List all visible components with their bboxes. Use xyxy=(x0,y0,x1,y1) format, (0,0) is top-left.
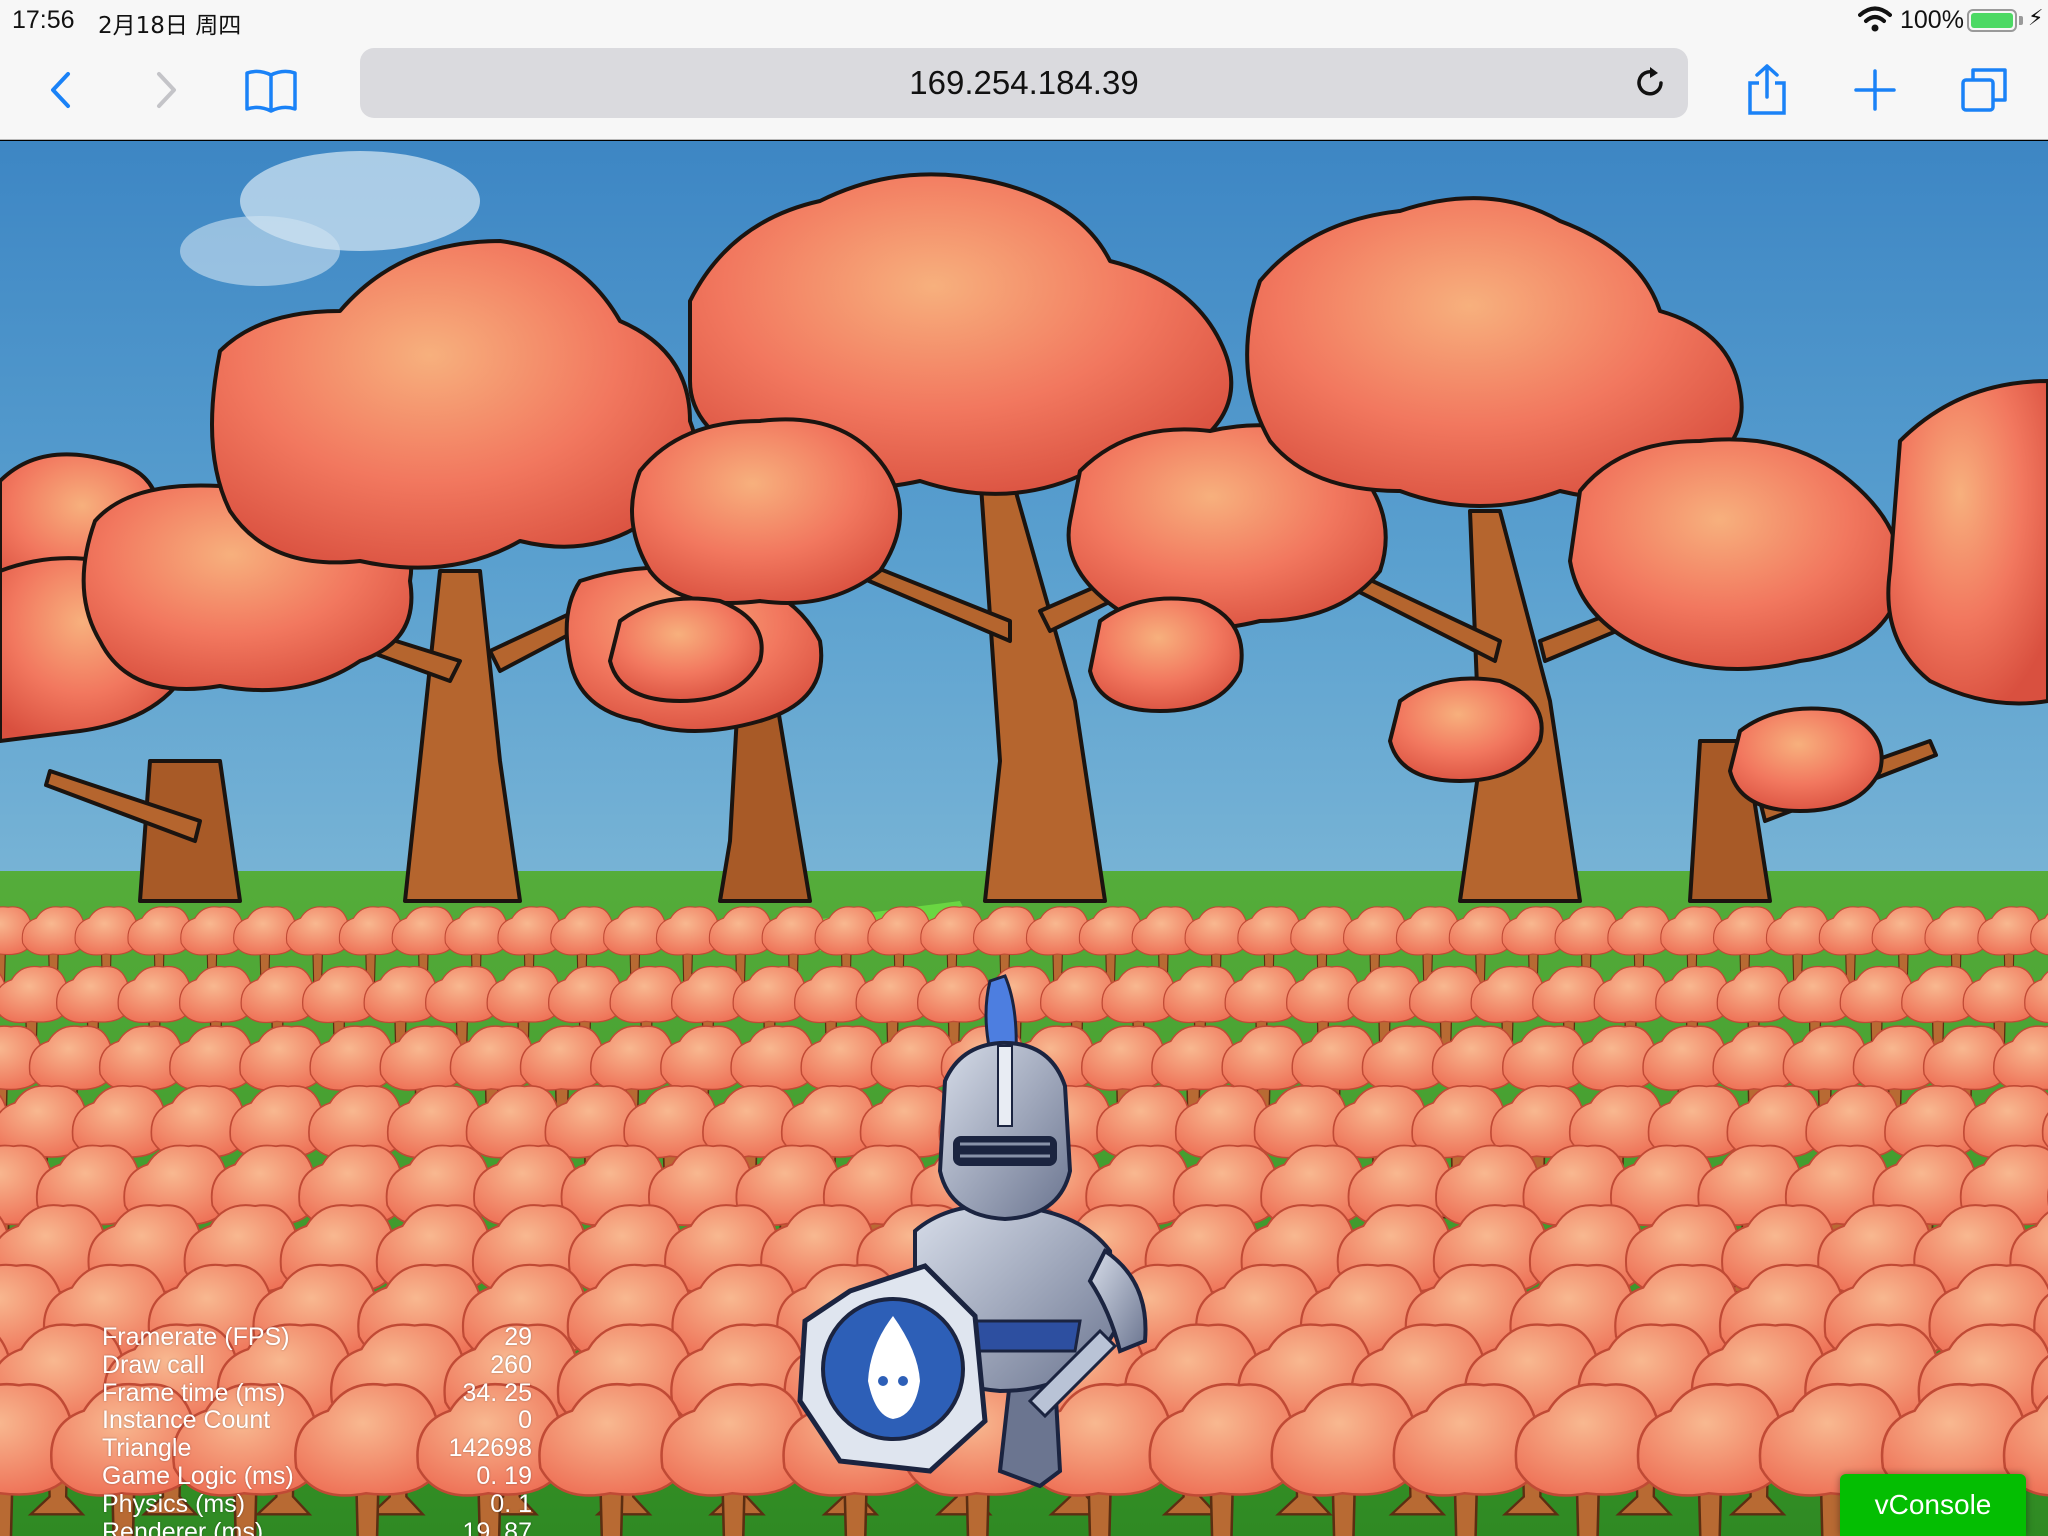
wifi-icon xyxy=(1858,6,1892,32)
battery-percent: 100% xyxy=(1900,6,1964,34)
battery-icon xyxy=(1967,9,2017,32)
stat-value: 29 xyxy=(504,1323,532,1351)
stat-value: 0. 1 xyxy=(490,1489,532,1518)
background-trees xyxy=(0,172,2048,903)
vconsole-button[interactable]: vConsole xyxy=(1840,1474,2026,1536)
new-tab-button[interactable] xyxy=(1852,40,1898,140)
stat-value: 34. 25 xyxy=(462,1378,532,1407)
stat-label: Framerate (FPS) xyxy=(102,1323,290,1351)
stat-row: Draw call 260 xyxy=(102,1350,532,1380)
cloud xyxy=(180,216,340,286)
stat-row: Frame time (ms) 34. 25 xyxy=(102,1378,532,1408)
stat-value: 260 xyxy=(490,1350,532,1379)
stat-label: Instance Count xyxy=(102,1406,271,1435)
forward-button[interactable] xyxy=(146,40,186,140)
stat-value: 19. 87 xyxy=(462,1517,532,1536)
performance-stats: Framerate (FPS) 29 Draw call 260 Frame time … xyxy=(102,1323,532,1536)
plus-icon xyxy=(1854,69,1896,111)
stat-label: Frame time (ms) xyxy=(102,1378,286,1407)
stat-label: Renderer (ms) xyxy=(102,1517,264,1536)
stat-value: 142698 xyxy=(448,1434,532,1463)
status-time: 17:56 xyxy=(12,6,75,34)
stat-label: Draw call xyxy=(102,1350,205,1379)
reload-icon[interactable] xyxy=(1632,65,1668,101)
book-icon xyxy=(245,69,297,113)
stat-row: Framerate (FPS) 29 xyxy=(102,1323,532,1352)
chevron-right-icon xyxy=(157,72,176,108)
share-button[interactable] xyxy=(1744,40,1790,140)
stat-row: Game Logic (ms) 0. 19 xyxy=(102,1461,532,1491)
stat-row: Renderer (ms) 19. 87 xyxy=(102,1517,532,1536)
stat-value: 0. 19 xyxy=(476,1461,532,1490)
stat-row: Physics (ms) 0. 1 xyxy=(102,1489,532,1519)
address-bar[interactable]: 169.254.184.39 xyxy=(360,48,1688,118)
tabs-icon xyxy=(1961,68,2007,112)
stat-label: Physics (ms) xyxy=(102,1489,246,1518)
url-text: 169.254.184.39 xyxy=(909,64,1139,101)
browser-toolbar: 169.254.184.39 xyxy=(0,40,2048,140)
status-date: 2月18日 周四 xyxy=(98,13,242,39)
bookmarks-button[interactable] xyxy=(240,40,302,140)
back-button[interactable] xyxy=(40,40,80,140)
game-canvas[interactable]: Framerate (FPS) 29 Draw call 260 Frame time … xyxy=(0,141,2048,1536)
stat-label: Triangle xyxy=(102,1434,192,1463)
stat-row: Instance Count 0 xyxy=(102,1407,532,1435)
share-icon xyxy=(1748,64,1786,115)
charging-icon: ⚡ xyxy=(2028,5,2044,30)
chevron-left-icon xyxy=(51,72,70,108)
stat-row: Triangle 142698 xyxy=(102,1434,532,1463)
stat-label: Game Logic (ms) xyxy=(102,1461,294,1490)
status-bar: 17:56 2月18日 周四 100% ⚡ xyxy=(0,0,2048,40)
battery-tip xyxy=(2019,16,2023,25)
tabs-button[interactable] xyxy=(1958,40,2010,140)
stat-value: 0 xyxy=(518,1406,532,1435)
